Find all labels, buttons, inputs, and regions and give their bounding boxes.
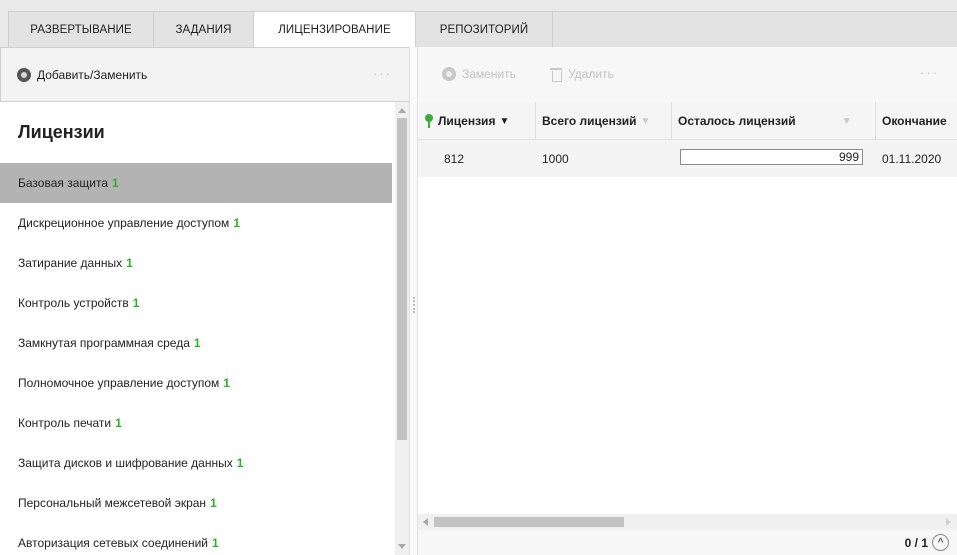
pane-splitter[interactable] bbox=[409, 47, 418, 555]
replace-button[interactable]: Заменить bbox=[442, 67, 516, 81]
pager-text: 0 / 1 bbox=[904, 535, 928, 550]
list-item[interactable]: Затирание данных 1 bbox=[0, 243, 392, 283]
column-label: Лицензия bbox=[438, 114, 496, 128]
sort-icon: ▼ bbox=[640, 115, 651, 127]
table-row[interactable]: 812 1000 999 01.11.2020 bbox=[418, 140, 957, 177]
list-item-label: Персональный межсетевой экран bbox=[18, 496, 207, 510]
right-toolbar: Заменить Удалить ··· bbox=[418, 47, 957, 102]
grid-horizontal-scrollbar[interactable] bbox=[418, 514, 957, 530]
scroll-left-arrow-icon[interactable] bbox=[423, 518, 428, 526]
list-item-count: 1 bbox=[126, 256, 133, 270]
left-toolbar: Добавить/Заменить ··· bbox=[0, 47, 412, 102]
column-label: Всего лицензий bbox=[542, 114, 637, 128]
list-item-count: 1 bbox=[112, 176, 119, 190]
tab-tasks[interactable]: ЗАДАНИЯ bbox=[153, 11, 254, 47]
list-item-count: 1 bbox=[223, 376, 230, 390]
grid-header: Лицензия ▼ Всего лицензий ▼ Осталось лиц… bbox=[418, 102, 957, 140]
list-item[interactable]: Полномочное управление доступом 1 bbox=[0, 363, 392, 403]
add-replace-label: Добавить/Заменить bbox=[37, 68, 148, 82]
replace-label: Заменить bbox=[462, 67, 516, 81]
list-item[interactable]: Авторизация сетевых соединений 1 bbox=[0, 523, 392, 555]
list-item-count: 1 bbox=[132, 296, 140, 310]
list-item-label: Базовая защита bbox=[18, 176, 108, 190]
column-header-total[interactable]: Всего лицензий ▼ bbox=[536, 102, 672, 140]
column-header-end-date[interactable]: Окончание bbox=[876, 102, 957, 140]
list-item-label: Полномочное управление доступом bbox=[18, 376, 220, 390]
scrollbar-thumb[interactable] bbox=[397, 118, 407, 440]
tab-repository[interactable]: РЕПОЗИТОРИЙ bbox=[415, 11, 553, 47]
scroll-right-arrow-icon[interactable] bbox=[946, 518, 951, 526]
list-item-label: Затирание данных bbox=[18, 256, 123, 270]
chevron-up-icon[interactable]: ^ bbox=[932, 534, 949, 551]
disc-icon bbox=[17, 68, 31, 82]
pager: 0 / 1 ^ bbox=[905, 534, 949, 551]
list-item-label: Контроль устройств bbox=[18, 296, 129, 310]
delete-button[interactable]: Удалить bbox=[550, 67, 614, 82]
splitter-grip-icon bbox=[413, 297, 415, 313]
tab-deployment[interactable]: РАЗВЕРТЫВАНИЕ bbox=[8, 11, 154, 47]
status-bar: 0 / 1 ^ bbox=[418, 530, 957, 555]
list-item-label: Замкнутая программная среда bbox=[18, 336, 190, 350]
list-item-label: Защита дисков и шифрование данных bbox=[18, 456, 233, 470]
add-replace-button[interactable]: Добавить/Заменить bbox=[17, 68, 147, 82]
more-menu-button[interactable]: ··· bbox=[920, 65, 939, 80]
remaining-progress-bar: 999 bbox=[680, 149, 863, 165]
scroll-up-arrow-icon[interactable] bbox=[398, 108, 406, 113]
more-menu-button[interactable]: ··· bbox=[373, 66, 392, 81]
license-list: Лицензии Базовая защита 1 Дискреционное у… bbox=[0, 102, 396, 555]
remaining-value: 999 bbox=[838, 150, 859, 164]
tab-strip-filler bbox=[552, 11, 957, 47]
cell-license: 812 bbox=[444, 151, 465, 166]
list-item[interactable]: Контроль устройств 1 bbox=[0, 283, 392, 323]
cell-end-date: 01.11.2020 bbox=[882, 151, 942, 166]
scroll-down-arrow-icon[interactable] bbox=[398, 544, 406, 549]
column-label: Осталось лицензий bbox=[678, 114, 796, 128]
list-item-count: 1 bbox=[233, 216, 240, 230]
column-header-remaining[interactable]: Осталось лицензий ▼ bbox=[672, 102, 876, 140]
list-item[interactable]: Базовая защита 1 bbox=[0, 163, 392, 203]
list-item-label: Дискреционное управление доступом bbox=[18, 216, 230, 230]
tab-bar: РАЗВЕРТЫВАНИЕ ЗАДАНИЯ ЛИЦЕНЗИРОВАНИЕ РЕП… bbox=[0, 0, 957, 48]
delete-label: Удалить bbox=[568, 67, 614, 81]
list-item-count: 1 bbox=[210, 496, 217, 510]
list-item-count: 1 bbox=[212, 536, 219, 550]
list-item-label: Авторизация сетевых соединений bbox=[18, 536, 209, 550]
column-label: Окончание bbox=[882, 114, 947, 128]
list-item[interactable]: Контроль печати 1 bbox=[0, 403, 392, 443]
license-list-scrollbar[interactable] bbox=[395, 102, 409, 555]
list-item[interactable]: Замкнутая программная среда 1 bbox=[0, 323, 392, 363]
disc-icon bbox=[442, 67, 456, 81]
list-item-count: 1 bbox=[115, 416, 122, 430]
list-item[interactable]: Дискреционное управление доступом 1 bbox=[0, 203, 392, 243]
list-item-label: Контроль печати bbox=[18, 416, 112, 430]
scrollbar-thumb[interactable] bbox=[434, 517, 624, 527]
sort-icon: ▼ bbox=[841, 115, 852, 127]
sort-desc-icon: ▼ bbox=[499, 115, 510, 127]
license-list-title: Лицензии bbox=[18, 122, 105, 142]
list-item-count: 1 bbox=[236, 456, 244, 470]
column-header-license[interactable]: Лицензия ▼ bbox=[418, 102, 536, 140]
cell-total: 1000 bbox=[542, 151, 569, 166]
key-icon bbox=[424, 114, 434, 128]
list-item[interactable]: Защита дисков и шифрование данных 1 bbox=[0, 443, 392, 483]
list-item[interactable]: Персональный межсетевой экран 1 bbox=[0, 483, 392, 523]
list-item-count: 1 bbox=[193, 336, 201, 350]
tab-licensing[interactable]: ЛИЦЕНЗИРОВАНИЕ bbox=[253, 11, 416, 48]
trash-icon bbox=[550, 67, 562, 82]
